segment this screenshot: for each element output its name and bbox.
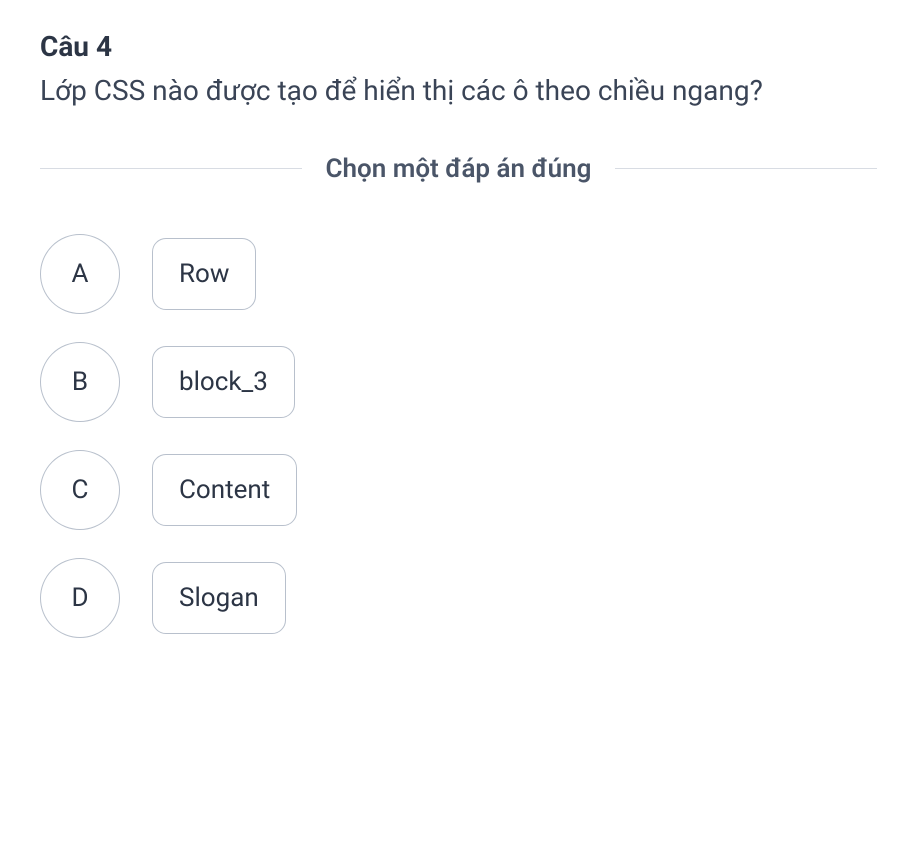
question-number: Câu 4 xyxy=(40,30,877,63)
option-d[interactable]: D Slogan xyxy=(40,558,877,638)
divider-line-right xyxy=(615,168,877,169)
question-text: Lớp CSS nào được tạo để hiển thị các ô t… xyxy=(40,69,877,114)
option-text-d: Slogan xyxy=(152,562,286,634)
option-b[interactable]: B block_3 xyxy=(40,342,877,422)
option-letter-b: B xyxy=(40,342,120,422)
instruction-divider: Chọn một đáp án đúng xyxy=(40,154,877,184)
option-text-c: Content xyxy=(152,454,297,526)
option-c[interactable]: C Content xyxy=(40,450,877,530)
option-letter-d: D xyxy=(40,558,120,638)
option-letter-c: C xyxy=(40,450,120,530)
options-list: A Row B block_3 C Content D Slogan xyxy=(40,234,877,638)
option-text-a: Row xyxy=(152,238,256,310)
divider-line-left xyxy=(40,168,302,169)
option-text-b: block_3 xyxy=(152,346,295,418)
option-a[interactable]: A Row xyxy=(40,234,877,314)
instruction-text: Chọn một đáp án đúng xyxy=(302,154,616,184)
option-letter-a: A xyxy=(40,234,120,314)
